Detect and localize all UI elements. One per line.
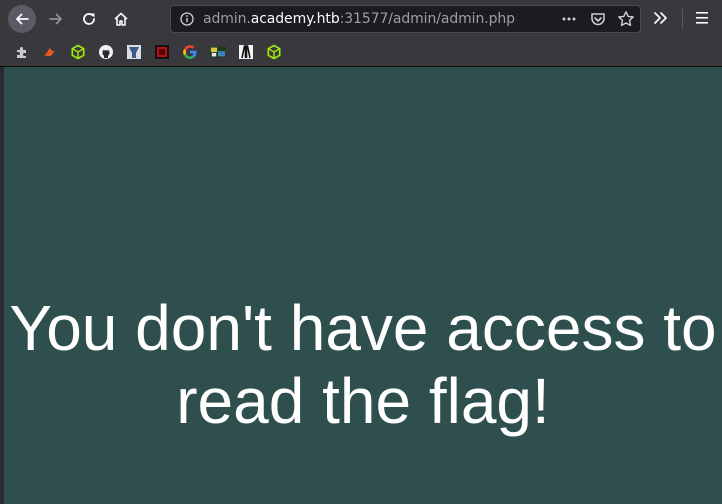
bookmarks-toolbar [0,38,722,67]
hamburger-menu-icon[interactable] [694,11,710,25]
browser-toolbar: admin.academy.htb:31577/admin/admin.php [0,0,722,38]
burp-icon[interactable] [42,44,58,60]
bookmark-star-icon[interactable] [617,10,635,28]
extensions-puzzle-icon[interactable] [15,44,31,60]
hackthebox-cube-icon[interactable] [266,44,282,60]
overflow-chevrons-icon[interactable] [652,9,670,27]
forward-arrow-icon [49,13,62,25]
url-text[interactable]: admin.academy.htb:31577/admin/admin.php [203,11,515,27]
hackthebox-cube-icon[interactable] [70,44,86,60]
url-prefix: admin. [203,11,251,27]
reload-button[interactable] [75,5,103,33]
page-actions-icon[interactable] [561,11,577,27]
home-icon [114,12,128,26]
url-bar[interactable]: admin.academy.htb:31577/admin/admin.php [170,5,641,33]
info-icon[interactable] [180,12,194,26]
bookmark-image-icon[interactable] [210,44,226,60]
bookmark-red-icon[interactable] [154,44,170,60]
back-arrow-icon [16,13,29,25]
toolbar-separator [682,9,683,29]
access-denied-message: You don't have access to read the flag! [9,292,717,437]
github-icon[interactable] [98,44,114,60]
back-button[interactable] [8,5,36,33]
google-icon[interactable] [182,44,198,60]
pocket-icon[interactable] [590,11,606,27]
bookmark-site-icon[interactable] [126,44,142,60]
url-path: :31577/admin/admin.php [339,11,515,27]
reload-icon [83,13,95,25]
url-domain: academy.htb [250,11,340,27]
page-content: You don't have access to read the flag! [4,67,722,504]
bookmark-tower-icon[interactable] [238,44,254,60]
home-button[interactable] [107,5,135,33]
forward-button[interactable] [42,5,70,33]
